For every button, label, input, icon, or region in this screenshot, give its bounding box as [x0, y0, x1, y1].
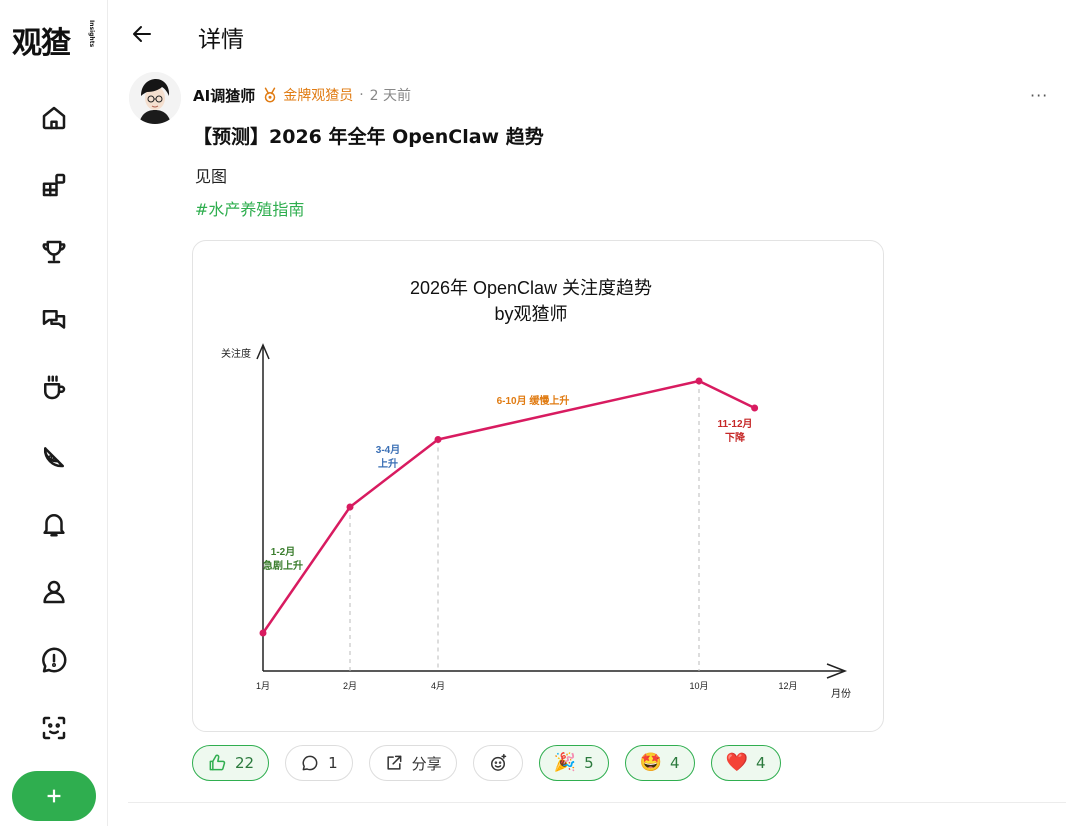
share-icon	[387, 755, 402, 770]
chart-annotation: 急剧上升	[263, 559, 303, 572]
data-point	[346, 503, 354, 511]
divider	[128, 802, 1066, 803]
party-popper-icon: 🎉	[553, 752, 577, 773]
back-button[interactable]	[130, 22, 156, 48]
data-point	[434, 436, 442, 443]
author-name[interactable]: AI调猹师	[193, 85, 255, 106]
home-icon[interactable]	[36, 100, 72, 136]
data-point	[751, 404, 759, 412]
chart-annotation: 11-12月	[717, 418, 752, 430]
user-icon[interactable]	[36, 574, 72, 610]
add-reaction-button[interactable]	[472, 745, 523, 781]
app-logo[interactable]: 观猹	[12, 18, 71, 62]
chart-annotation: 6-10月 缓慢上升	[497, 394, 570, 407]
heart-icon: ❤️	[725, 752, 749, 773]
feedback-icon[interactable]	[36, 642, 72, 678]
starstruck-count: 4	[670, 754, 680, 772]
chart-subtitle: by观猹师	[494, 304, 567, 324]
post-title: 【预测】2026 年全年 OpenClaw 趋势	[193, 126, 544, 148]
like-button[interactable]: 22	[192, 745, 270, 781]
thumbs-up-icon	[209, 754, 226, 771]
plus-icon	[47, 789, 61, 803]
star-struck-icon: 🤩	[639, 752, 663, 773]
author-badge: 金牌观猹员	[283, 88, 354, 104]
data-point	[259, 629, 267, 637]
app-logo-tag: Insights	[88, 20, 95, 48]
heart-count: 4	[756, 754, 766, 772]
chart-annotation: 3-4月	[376, 444, 400, 456]
comment-icon	[302, 755, 318, 771]
add-emoji-icon	[490, 753, 506, 771]
post-body: 见图	[195, 167, 228, 186]
trend-chart: 2026年 OpenClaw 关注度趋势 by观猹师 关注度 月份 1月 2月 4月…	[221, 278, 851, 700]
chart-annotation: 上升	[378, 457, 398, 470]
sidebar: 观猹 Insights	[0, 0, 108, 826]
heart-reaction[interactable]: ❤️ 4	[710, 745, 781, 781]
starstruck-reaction[interactable]: 🤩 4	[624, 745, 695, 781]
comment-button[interactable]: 1	[285, 745, 353, 781]
data-point	[695, 377, 703, 385]
bell-icon[interactable]	[36, 506, 72, 542]
chart-title: 2026年 OpenClaw 关注度趋势	[410, 278, 652, 298]
compose-button[interactable]	[12, 771, 96, 821]
more-options-button[interactable]: ···	[1030, 86, 1048, 105]
apps-icon[interactable]	[36, 167, 72, 203]
page-title: 详情	[198, 27, 244, 53]
melon-slice-icon[interactable]	[36, 438, 72, 474]
chart-annotation: 1-2月	[271, 546, 295, 558]
x-tick-label: 2月	[343, 681, 357, 691]
chat-bubbles-icon[interactable]	[36, 302, 72, 338]
x-tick-label: 10月	[689, 681, 708, 691]
post-meta: AI调猹师 金牌观猹员 · 2 天前	[193, 84, 411, 106]
party-reaction[interactable]: 🎉 5	[538, 745, 609, 781]
scan-icon[interactable]	[36, 710, 72, 746]
x-axis-label: 月份	[831, 688, 851, 700]
chart-annotation: 下降	[725, 431, 746, 444]
x-tick-label: 12月	[778, 681, 797, 691]
coffee-cup-icon[interactable]	[36, 370, 72, 406]
x-tick-label: 4月	[431, 681, 445, 691]
y-axis-label: 关注度	[221, 347, 251, 360]
party-count: 5	[584, 754, 594, 772]
comment-count: 1	[328, 754, 338, 772]
trend-line	[261, 379, 756, 634]
trophy-icon[interactable]	[36, 234, 72, 270]
medal-icon	[264, 87, 276, 103]
meta-separator: ·	[359, 87, 364, 103]
x-tick-label: 1月	[256, 681, 270, 691]
share-label: 分享	[411, 754, 442, 773]
post-time: 2 天前	[369, 88, 412, 104]
post-hashtag[interactable]: #水产养殖指南	[195, 196, 304, 220]
chart-image[interactable]: 2026年 OpenClaw 关注度趋势 by观猹师 关注度 月份 1月 2月 4月…	[192, 240, 884, 732]
share-button[interactable]: 分享	[368, 745, 457, 781]
reaction-bar: 22 1 分享 🎉 5 🤩 4 ❤️ 4	[192, 745, 781, 781]
arrow-left-icon	[133, 26, 151, 42]
author-avatar[interactable]	[129, 72, 181, 124]
like-count: 22	[235, 754, 255, 772]
